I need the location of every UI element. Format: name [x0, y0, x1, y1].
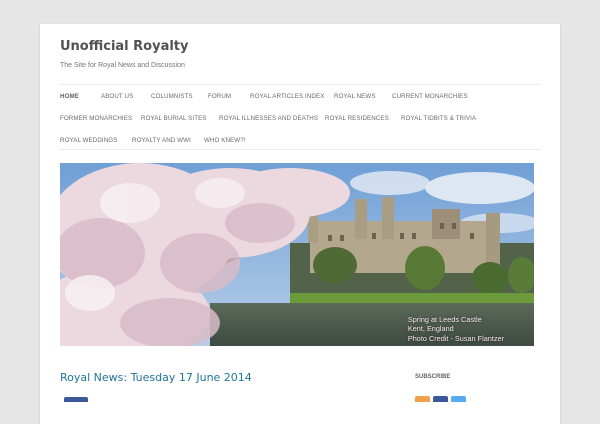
nav-item-about-us[interactable]: About Us — [101, 93, 133, 100]
header-banner-image: Spring at Leeds Castle Kent, England Pho… — [60, 163, 534, 346]
nav-item-forum[interactable]: Forum — [208, 93, 231, 100]
nav-item-royal-tidbits-trivia[interactable]: Royal Tidbits & Trivia — [401, 115, 476, 122]
twitter-icon[interactable] — [451, 396, 466, 402]
caption-line-3: Photo Credit - Susan Flantzer — [407, 333, 504, 343]
nav-item-current-monarchies[interactable]: Current Monarchies — [392, 93, 468, 100]
post-title-link[interactable]: Royal News: Tuesday 17 June 2014 — [60, 371, 252, 384]
nav-item-royal-news[interactable]: Royal News — [334, 93, 376, 100]
nav-item-columnists[interactable]: Columnists — [151, 93, 193, 100]
nav-item-royal-burial-sites[interactable]: Royal Burial Sites — [141, 115, 207, 122]
subscribe-widget-title: Subscribe — [415, 374, 451, 380]
nav-item-home[interactable]: Home — [60, 93, 79, 100]
page-container: Unofficial Royalty The Site for Royal Ne… — [40, 24, 560, 424]
caption-line-1: Spring at Leeds Castle — [407, 314, 482, 324]
nav-item-royal-weddings[interactable]: Royal Weddings — [60, 137, 117, 144]
caption-line-2: Kent, England — [407, 324, 454, 333]
site-title[interactable]: Unofficial Royalty — [60, 39, 189, 54]
nav-item-who-knew[interactable]: Who Knew?! — [204, 137, 246, 144]
nav-item-royal-illnesses-and-deaths[interactable]: Royal Illnesses and Deaths — [219, 115, 318, 122]
rss-icon[interactable] — [415, 396, 430, 402]
site-description: The Site for Royal News and Discussion — [60, 62, 185, 69]
main-navigation: Home About Us Columnists Forum Royal Art… — [60, 84, 540, 150]
nav-item-royalty-and-wwi[interactable]: Royalty and WWI — [132, 137, 191, 144]
nav-item-royal-residences[interactable]: Royal Residences — [325, 115, 389, 122]
nav-item-former-monarchies[interactable]: Former Monarchies — [60, 115, 132, 122]
nav-item-royal-articles-index[interactable]: Royal Articles Index — [250, 93, 324, 100]
photo-caption: Spring at Leeds Castle Kent, England Pho… — [408, 315, 504, 344]
facebook-icon[interactable] — [433, 396, 448, 402]
